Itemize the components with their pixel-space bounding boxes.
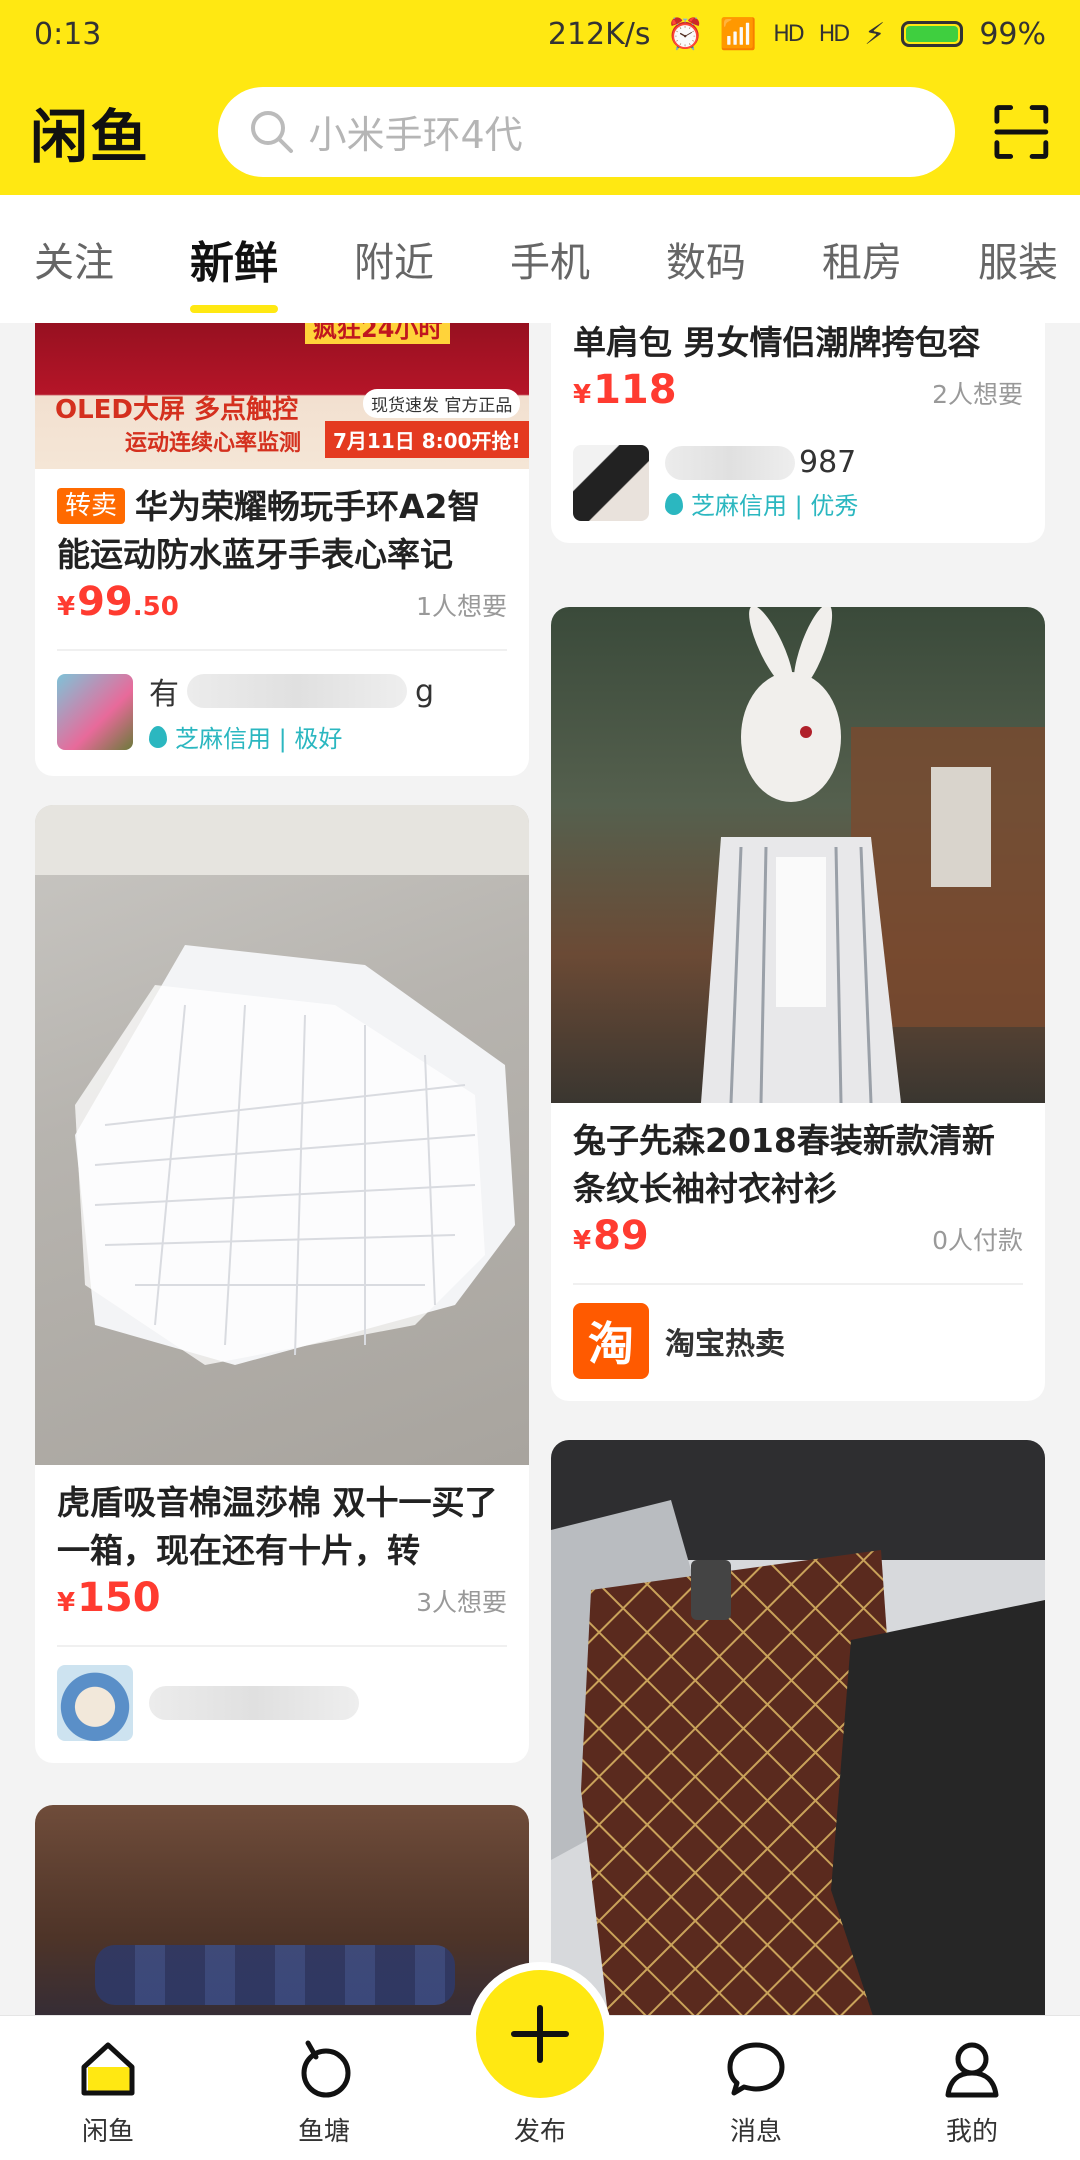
alarm-icon: ⏰ xyxy=(666,16,704,52)
want-count: 2人想要 xyxy=(932,380,1023,409)
nav-profile[interactable]: 我的 xyxy=(864,2016,1080,2160)
banner-headline: 疯狂24小时 xyxy=(305,323,451,344)
battery-percent: 99% xyxy=(979,16,1046,52)
price-row: ¥118 2人想要 xyxy=(551,367,1045,437)
blurred-name xyxy=(149,1686,359,1720)
want-count: 1人想要 xyxy=(416,592,507,621)
status-right: 212K/s ⏰ 📶 HD HD ⚡ 99% xyxy=(548,17,1046,52)
product-card[interactable] xyxy=(35,1805,529,2015)
search-bar[interactable]: 小米手环4代 xyxy=(218,86,956,177)
message-icon xyxy=(727,2042,785,2096)
want-count: 3人想要 xyxy=(416,1588,507,1617)
search-icon xyxy=(251,110,294,153)
payment-count: 0人付款 xyxy=(932,1226,1023,1255)
seller-name-tail: g xyxy=(415,673,435,709)
seller-info[interactable]: 有 g 芝麻信用 | 极好 xyxy=(35,651,529,776)
signal-hd-2: HD xyxy=(818,21,851,47)
product-price: ¥89 xyxy=(573,1213,649,1259)
car-mat-illustration xyxy=(551,1440,1045,2015)
scan-icon[interactable] xyxy=(993,103,1050,161)
product-card[interactable]: 兔子先森2018春装新款清新条纹长袖衬衣衬衫 ¥89 0人付款 淘 淘宝热卖 xyxy=(551,607,1045,1401)
taobao-icon[interactable]: 淘 xyxy=(573,1303,649,1379)
nav-pond[interactable]: 鱼塘 xyxy=(216,2016,432,2160)
product-image[interactable] xyxy=(551,607,1045,1103)
product-title: 虎盾吸音棉温莎棉 双十一买了一箱，现在还有十片，转 xyxy=(57,1483,498,1570)
tab-digital[interactable]: 数码 xyxy=(666,230,746,288)
price-row: ¥150 3人想要 xyxy=(35,1575,529,1645)
foam-sheets-illustration xyxy=(35,805,529,1365)
tab-phone[interactable]: 手机 xyxy=(510,230,590,288)
battery-icon xyxy=(901,21,964,47)
signal-hd-1: HD xyxy=(773,21,805,47)
tab-follow[interactable]: 关注 xyxy=(34,230,114,288)
top-bar: 0:13 212K/s ⏰ 📶 HD HD ⚡ 99% 闲鱼 小米手环4代 xyxy=(0,0,1080,195)
seller-name: 987 xyxy=(799,445,857,480)
search-placeholder: 小米手环4代 xyxy=(308,113,523,157)
product-price: ¥99.50 xyxy=(57,579,179,625)
nav-label: 发布 xyxy=(513,2117,566,2147)
product-card[interactable] xyxy=(551,1440,1045,2015)
network-speed: 212K/s xyxy=(547,16,651,52)
product-title: 兔子先森2018春装新款清新条纹长袖衬衣衬衫 xyxy=(573,1121,995,1208)
nav-home[interactable]: 闲鱼 xyxy=(0,2016,216,2160)
app-header: 闲鱼 小米手环4代 xyxy=(0,68,1080,195)
category-tabs: 关注 新鲜 附近 手机 数码 租房 服装 xyxy=(0,195,1080,323)
nav-label: 鱼塘 xyxy=(297,2117,350,2147)
seller-info[interactable]: 987 芝麻信用 | 优秀 xyxy=(551,437,1045,543)
product-price: ¥118 xyxy=(573,367,677,413)
product-image[interactable] xyxy=(35,805,529,1465)
shop-info[interactable]: 淘 淘宝热卖 xyxy=(551,1285,1045,1401)
seller-name: 有 xyxy=(149,677,179,712)
tab-rental[interactable]: 租房 xyxy=(822,230,902,288)
home-icon xyxy=(81,2042,135,2096)
avatar[interactable] xyxy=(57,1665,133,1741)
wifi-icon: 📶 xyxy=(719,16,758,52)
product-card[interactable]: 疯狂24小时 OLED大屏 多点触控 运动连续心率监测 现货速发 官方正品 7月… xyxy=(35,323,529,776)
avatar[interactable] xyxy=(57,673,133,750)
product-image[interactable] xyxy=(35,1805,529,2015)
publish-button[interactable] xyxy=(476,1970,604,2098)
plus-icon xyxy=(511,2005,569,2063)
resale-tag: 转卖 xyxy=(57,488,126,524)
sesame-credit-icon xyxy=(149,725,167,748)
product-feed[interactable]: 疯狂24小时 OLED大屏 多点触控 运动连续心率监测 现货速发 官方正品 7月… xyxy=(0,323,1080,2015)
shop-name: 淘宝热卖 xyxy=(665,1327,785,1362)
price-row: ¥89 0人付款 xyxy=(551,1213,1045,1283)
nav-messages[interactable]: 消息 xyxy=(648,2016,864,2160)
product-card[interactable]: 虎盾吸音棉温莎棉 双十一买了一箱，现在还有十片，转 ¥150 3人想要 xyxy=(35,805,529,1763)
seller-info[interactable] xyxy=(35,1647,529,1763)
banner-feature-2: 运动连续心率监测 xyxy=(125,431,302,456)
tab-fresh[interactable]: 新鲜 xyxy=(190,227,278,313)
nav-label: 消息 xyxy=(729,2117,782,2147)
product-image[interactable]: 疯狂24小时 OLED大屏 多点触控 运动连续心率监测 现货速发 官方正品 7月… xyxy=(35,323,529,469)
product-card[interactable]: 单肩包 男女情侣潮牌挎包容 ¥118 2人想要 987 芝麻信用 | 优秀 xyxy=(551,323,1045,543)
tab-clothing[interactable]: 服装 xyxy=(978,230,1058,288)
sesame-credit-icon xyxy=(665,492,683,515)
pond-icon xyxy=(301,2040,351,2098)
rabbit-model-illustration xyxy=(701,607,1045,1103)
status-time: 0:13 xyxy=(34,16,102,52)
credit-badge: 芝麻信用 | 极好 xyxy=(149,719,434,754)
nav-label: 闲鱼 xyxy=(81,2117,134,2147)
product-title: 转卖 华为荣耀畅玩手环A2智能运动防水蓝牙手表心率记 xyxy=(35,483,529,579)
status-bar: 0:13 212K/s ⏰ 📶 HD HD ⚡ 99% xyxy=(0,0,1080,68)
product-image[interactable] xyxy=(551,1440,1045,2015)
tab-nearby[interactable]: 附近 xyxy=(354,230,434,288)
credit-badge: 芝麻信用 | 优秀 xyxy=(665,486,858,521)
banner-feature-1: OLED大屏 多点触控 xyxy=(55,395,299,425)
blurred-name xyxy=(187,674,407,708)
product-title: 单肩包 男女情侣潮牌挎包容 xyxy=(573,323,981,362)
profile-icon xyxy=(945,2042,999,2098)
product-price: ¥150 xyxy=(57,1575,161,1621)
blurred-name xyxy=(665,445,795,480)
price-row: ¥99.50 1人想要 xyxy=(35,579,529,649)
charging-icon: ⚡ xyxy=(864,16,886,52)
banner-badge: 现货速发 官方正品 xyxy=(363,389,521,418)
app-logo[interactable]: 闲鱼 xyxy=(30,90,186,174)
banner-date: 7月11日 8:00开抢! xyxy=(325,421,529,458)
avatar[interactable] xyxy=(573,445,649,521)
nav-label: 我的 xyxy=(945,2117,998,2147)
